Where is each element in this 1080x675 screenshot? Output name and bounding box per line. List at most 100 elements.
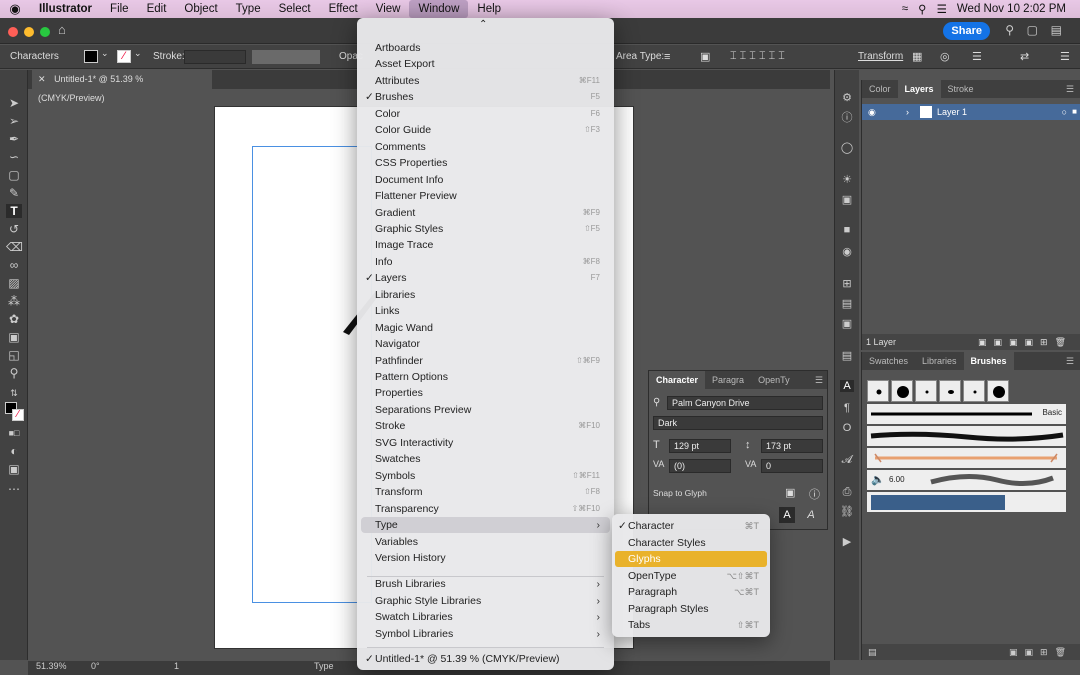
menu-item-variables[interactable]: Variables xyxy=(361,534,610,550)
libraries-icon[interactable]: ◯ xyxy=(840,142,854,154)
menu-item-artboards[interactable]: Artboards xyxy=(361,40,610,56)
align-icon[interactable]: ▤ xyxy=(840,298,854,310)
paragraph-panel-icon[interactable]: ¶ xyxy=(840,402,854,414)
submenu-item-paragraph-styles[interactable]: Paragraph Styles xyxy=(615,601,767,617)
menu-item-gradient[interactable]: Gradient ⌘F9 xyxy=(361,205,610,221)
gradient-icon[interactable]: ■ xyxy=(840,224,854,236)
font-size-field[interactable]: 129 pt xyxy=(669,439,731,453)
clock[interactable]: Wed Nov 10 2:02 PM xyxy=(957,3,1066,15)
menu-item-libraries[interactable]: Libraries xyxy=(361,287,610,303)
menu-item-graphic-styles[interactable]: Graphic Styles ⇧F5 xyxy=(361,221,610,237)
arrange-icon[interactable]: ☰ xyxy=(972,50,982,63)
tab-libraries[interactable]: Libraries xyxy=(915,352,964,370)
menu-item-css-properties[interactable]: CSS Properties xyxy=(361,155,610,171)
panel-menu-icon[interactable]: ☰ xyxy=(811,371,827,389)
brush-swatch[interactable] xyxy=(891,380,913,402)
appearance-icon[interactable]: ☀ xyxy=(840,174,854,186)
tab-opentype[interactable]: OpenTy xyxy=(751,371,797,389)
selection-square-icon[interactable]: ■ xyxy=(1072,104,1077,120)
menu-file[interactable]: File xyxy=(101,0,138,18)
menu-item-navigator[interactable]: Navigator xyxy=(361,336,610,352)
menu-object[interactable]: Object xyxy=(175,0,226,18)
text-frame[interactable] xyxy=(252,146,372,603)
links-icon[interactable]: ⛓ xyxy=(840,506,854,518)
screen-mode-icon[interactable]: ▣ xyxy=(6,462,22,476)
brush-swatch[interactable] xyxy=(915,380,937,402)
eraser-tool-icon[interactable]: ⌫ xyxy=(6,240,23,254)
properties-icon[interactable]: ⚙ xyxy=(840,92,854,104)
submenu-item-character[interactable]: ✓ Character ⌘T xyxy=(615,518,767,534)
scroll-up-icon[interactable]: ⌃ xyxy=(479,19,487,30)
tracking-field[interactable]: 0 xyxy=(761,459,823,473)
isolate-icon[interactable]: ▦ xyxy=(912,50,922,63)
search-icon[interactable]: ⚲ xyxy=(918,2,926,16)
menu-item-comments[interactable]: Comments xyxy=(361,139,610,155)
brush-swatch[interactable] xyxy=(867,380,889,402)
tab-brushes[interactable]: Brushes xyxy=(963,352,1014,370)
menu-item-transparency[interactable]: Transparency ⇧⌘F10 xyxy=(361,501,610,517)
transform-options-icon[interactable]: ▣ xyxy=(700,50,710,63)
tab-character[interactable]: Character xyxy=(649,371,706,389)
submenu-item-tabs[interactable]: Tabs ⇧⌘T xyxy=(615,617,767,633)
font-family-field[interactable]: Palm Canyon Drive xyxy=(667,396,823,410)
menu-item-magic-wand[interactable]: Magic Wand xyxy=(361,320,610,336)
search-icon[interactable]: ⚲ xyxy=(1005,23,1014,37)
zoom-level[interactable]: 51.39% xyxy=(36,661,67,671)
type-tool-icon[interactable]: T xyxy=(6,204,22,218)
stroke-swatch[interactable]: ⁄ xyxy=(12,409,24,421)
color-modes-icon[interactable]: ■□ xyxy=(6,426,22,440)
snap-info-icon[interactable]: ⓘ xyxy=(809,486,820,502)
transparency-icon[interactable]: ◉ xyxy=(840,246,854,258)
artboard-number[interactable]: 1 xyxy=(174,661,179,671)
apple-menu-icon[interactable]: ◉ xyxy=(0,1,30,17)
rectangle-tool-icon[interactable]: ▢ xyxy=(6,168,22,182)
more-tools-icon[interactable]: ⋯ xyxy=(6,482,22,496)
actions-icon[interactable]: ▶ xyxy=(840,536,854,548)
close-tab-icon[interactable]: ✕ xyxy=(38,74,46,84)
curvature-tool-icon[interactable]: ∽ xyxy=(6,150,22,164)
text-style-icon[interactable]: A xyxy=(779,507,795,523)
wifi-icon[interactable]: ≈ xyxy=(902,3,908,15)
artboard-tool-icon[interactable]: ◱ xyxy=(6,348,22,362)
menu-item-properties[interactable]: Properties xyxy=(361,385,610,401)
recolor-icon[interactable]: ◎ xyxy=(940,50,950,63)
leading-field[interactable]: 173 pt xyxy=(761,439,823,453)
panel-menu-icon[interactable]: ☰ xyxy=(1060,352,1080,370)
share-button[interactable]: Share xyxy=(943,22,990,40)
character-panel-icon[interactable]: A xyxy=(840,380,854,392)
menu-type[interactable]: Type xyxy=(227,0,270,18)
home-icon[interactable]: ⌂ xyxy=(58,22,66,37)
menu-item-graphic-style-libraries[interactable]: Graphic Style Libraries › xyxy=(361,593,610,609)
layer-actions-icons[interactable]: ▣▣▣▣⊞🗑 xyxy=(978,334,1073,350)
variable-width-profile[interactable] xyxy=(252,50,320,64)
menu-item-open-document[interactable]: ✓ Untitled-1* @ 51.39 % (CMYK/Preview) xyxy=(361,651,610,667)
transform-icon[interactable]: ⊞ xyxy=(840,278,854,290)
tab-paragraph[interactable]: Paragra xyxy=(705,371,751,389)
text-italic-icon[interactable]: A xyxy=(803,507,819,523)
panel-menu-icon[interactable]: ☰ xyxy=(1060,80,1080,98)
menu-item-swatches[interactable]: Swatches xyxy=(361,451,610,467)
menu-item-brushes[interactable]: ✓ Brushes F5 xyxy=(361,89,610,105)
transform-link[interactable]: Transform xyxy=(858,51,903,62)
pen-tool-icon[interactable]: ✒ xyxy=(6,132,22,146)
stroke-color-swatch[interactable]: ⁄ xyxy=(117,50,131,63)
gradient-tool-icon[interactable]: ▨ xyxy=(6,276,22,290)
menu-item-symbols[interactable]: Symbols ⇧⌘F11 xyxy=(361,468,610,484)
align-objects-icon[interactable]: ⌶ ⌶ ⌶ ⌶ ⌶ ⌶ xyxy=(730,50,785,63)
tab-layers[interactable]: Layers xyxy=(897,80,941,98)
menu-select[interactable]: Select xyxy=(270,0,320,18)
brush-swatch[interactable] xyxy=(987,380,1009,402)
font-style-field[interactable]: Dark xyxy=(653,416,823,430)
layer-row[interactable]: ◉ › Layer 1 ○ ■ xyxy=(862,104,1080,120)
workspace-icon[interactable]: ▢ xyxy=(1027,23,1038,37)
minimize-window-button[interactable] xyxy=(24,27,34,37)
brush-basic-row[interactable]: Basic xyxy=(867,404,1066,424)
zoom-tool-icon[interactable]: ⚲ xyxy=(6,366,22,380)
menu-item-attributes[interactable]: Attributes ⌘F11 xyxy=(361,73,610,89)
menu-item-pattern-options[interactable]: Pattern Options xyxy=(361,369,610,385)
rotation-value[interactable]: 0° xyxy=(91,661,100,671)
brush-size-row[interactable]: 🔈 6.00 xyxy=(867,470,1066,490)
control-center-icon[interactable]: ☰ xyxy=(937,2,947,16)
menu-item-info[interactable]: Info ⌘F8 xyxy=(361,254,610,270)
menu-item-brush-libraries[interactable]: Brush Libraries › xyxy=(361,576,610,592)
